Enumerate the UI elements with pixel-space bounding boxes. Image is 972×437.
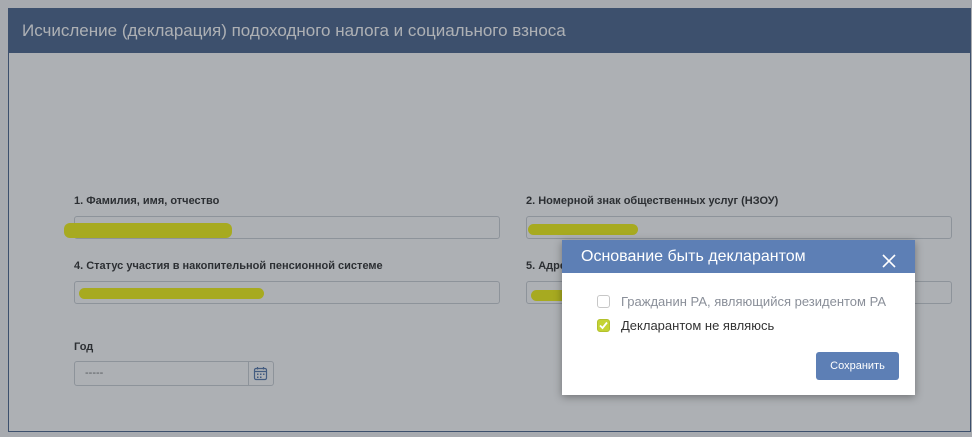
close-button[interactable]	[881, 248, 897, 268]
save-button[interactable]: Сохранить	[816, 352, 899, 380]
close-icon	[882, 254, 896, 268]
option-resident-label: Гражданин РА, являющийся резидентом РА	[621, 294, 887, 309]
option-not-declarant-checkbox[interactable]	[597, 319, 610, 332]
dialog-header: Основание быть декларантом	[562, 240, 915, 273]
declarant-basis-dialog: Основание быть декларантом Гражданин РА,…	[562, 240, 915, 395]
check-icon	[599, 321, 608, 330]
dialog-title: Основание быть декларантом	[581, 248, 806, 265]
option-not-declarant-label: Декларантом не являюсь	[621, 318, 775, 333]
option-resident-checkbox[interactable]	[597, 295, 610, 308]
